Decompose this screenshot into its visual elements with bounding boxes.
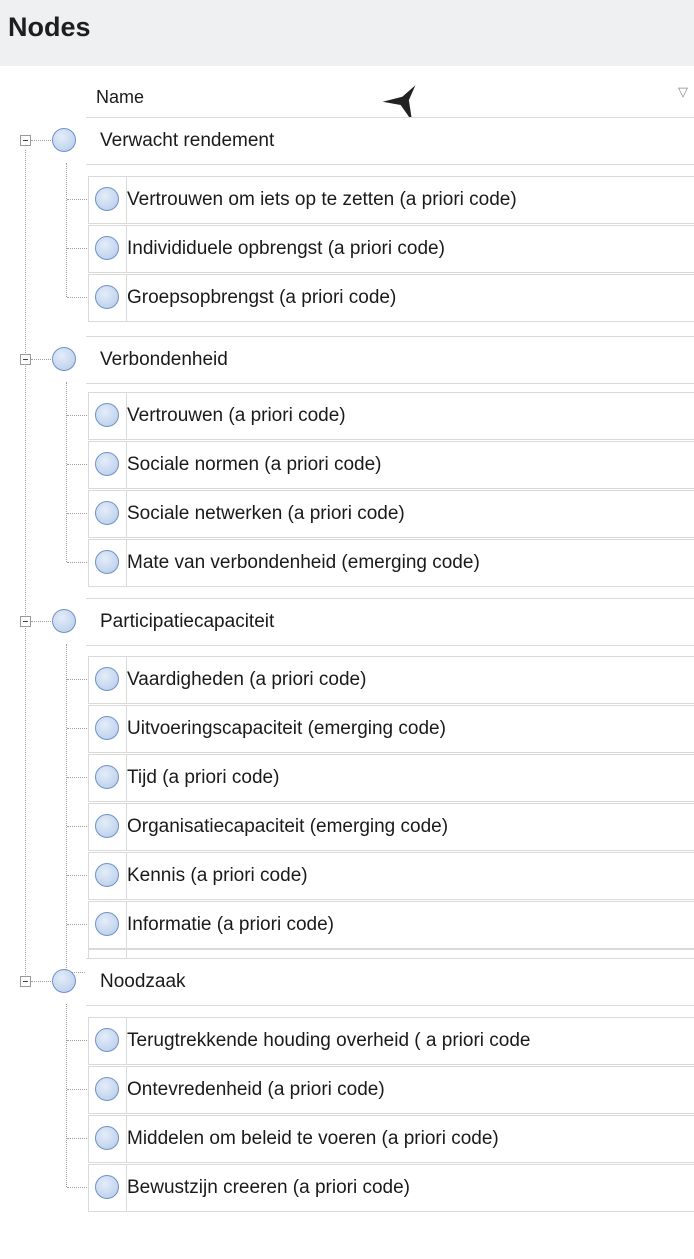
tree-node-child[interactable]: Terugtrekkende houding overheid ( a prio… [88, 1017, 694, 1065]
node-label: Kennis (a priori code) [127, 865, 308, 886]
tree-node-child[interactable]: Vertrouwen (a priori code) [88, 392, 694, 440]
node-label: Individiduele opbrengst (a priori code) [127, 238, 445, 259]
node-icon [95, 1028, 119, 1052]
tree-node-child[interactable]: Middelen om beleid te voeren (a priori c… [88, 1115, 694, 1163]
tree-connector [67, 1089, 89, 1090]
node-label: Vaardigheden (a priori code) [127, 669, 367, 690]
node-icon [95, 403, 119, 427]
node-icon [95, 1175, 119, 1199]
panel-title: Nodes [8, 12, 91, 42]
node-icon [95, 814, 119, 838]
node-label: Groepsopbrengst (a priori code) [127, 287, 397, 308]
tree-connector [66, 163, 67, 297]
tree-node-child[interactable]: Groepsopbrengst (a priori code) [88, 274, 694, 322]
collapse-toggle[interactable] [20, 616, 31, 627]
node-icon [52, 347, 76, 371]
tree-node-child[interactable]: Ontevredenheid (a priori code) [88, 1066, 694, 1114]
tree-node-parent[interactable]: Verwacht rendement [52, 117, 694, 165]
tree-connector [25, 150, 26, 981]
node-icon [95, 1126, 119, 1150]
tree-node-child[interactable]: Vaardigheden (a priori code) [88, 656, 694, 704]
tree-node-child[interactable]: Uitvoeringscapaciteit (emerging code) [88, 705, 694, 753]
node-icon [95, 667, 119, 691]
tree-node-child[interactable]: Organisatiecapaciteit (emerging code) [88, 803, 694, 851]
tree-node-child[interactable]: Kennis (a priori code) [88, 852, 694, 900]
node-icon [95, 1077, 119, 1101]
tree-node-child[interactable]: Sociale netwerken (a priori code) [88, 490, 694, 538]
tree-connector [67, 728, 89, 729]
tree-connector [67, 1187, 89, 1188]
tree-connector [67, 199, 89, 200]
tree-node-child[interactable]: Informatie (a priori code) [88, 901, 694, 949]
tree-node-parent[interactable]: Verbondenheid [52, 336, 694, 384]
node-icon [95, 863, 119, 887]
node-label: Vertrouwen (a priori code) [127, 405, 346, 426]
node-icon [95, 765, 119, 789]
tree-connector [67, 777, 89, 778]
tree-node-parent[interactable]: Participatiecapaciteit [52, 598, 694, 646]
node-icon [52, 969, 76, 993]
tree-node-child[interactable]: Tijd (a priori code) [88, 754, 694, 802]
tree-connector [67, 513, 89, 514]
tree-connector [31, 621, 51, 622]
node-label: Sociale netwerken (a priori code) [127, 503, 405, 524]
tree-connector [67, 464, 89, 465]
tree-connector [66, 1004, 67, 1187]
tree-connector [31, 140, 51, 141]
tree-node-child[interactable]: Mate van verbondenheid (emerging code) [88, 539, 694, 587]
tree-connector [67, 924, 89, 925]
tree-connector [31, 981, 51, 982]
node-icon [95, 187, 119, 211]
node-icon [95, 912, 119, 936]
node-label: Mate van verbondenheid (emerging code) [127, 552, 480, 573]
panel-header: Nodes [0, 0, 694, 66]
tree-connector [31, 359, 51, 360]
node-label: Organisatiecapaciteit (emerging code) [127, 816, 449, 837]
tree-connector [67, 415, 89, 416]
node-icon [95, 285, 119, 309]
node-label: Participatiecapaciteit [100, 611, 275, 632]
tree-node-child[interactable]: Sociale normen (a priori code) [88, 441, 694, 489]
tree-connector [67, 248, 89, 249]
tree-connector [67, 297, 89, 298]
tree-connector [67, 875, 89, 876]
node-icon [95, 452, 119, 476]
node-icon [95, 501, 119, 525]
node-label: Tijd (a priori code) [127, 767, 280, 788]
node-icon [95, 716, 119, 740]
node-label: Sociale normen (a priori code) [127, 454, 382, 475]
node-icon [52, 609, 76, 633]
node-label: Vertrouwen om iets op te zetten (a prior… [127, 189, 517, 210]
sort-icon[interactable]: ▽ [678, 84, 688, 100]
node-label: Middelen om beleid te voeren (a priori c… [127, 1128, 499, 1149]
node-icon [95, 236, 119, 260]
tree-connector [67, 679, 89, 680]
tree-connector [66, 382, 67, 562]
node-label: Verbondenheid [100, 349, 228, 370]
tree-connector [67, 1040, 89, 1041]
node-label: Terugtrekkende houding overheid ( a prio… [127, 1030, 531, 1051]
node-label: Informatie (a priori code) [127, 914, 334, 935]
collapse-toggle[interactable] [20, 354, 31, 365]
node-label: Noodzaak [100, 971, 186, 992]
tree-node-child[interactable]: Vertrouwen om iets op te zetten (a prior… [88, 176, 694, 224]
tree-connector [67, 826, 89, 827]
node-label: Bewustzijn creeren (a priori code) [127, 1177, 411, 1198]
node-icon [52, 128, 76, 152]
tree-node-child[interactable]: Individiduele opbrengst (a priori code) [88, 225, 694, 273]
collapse-toggle[interactable] [20, 135, 31, 146]
collapse-toggle[interactable] [20, 976, 31, 987]
node-label: Uitvoeringscapaciteit (emerging code) [127, 718, 446, 739]
node-label: Verwacht rendement [100, 130, 275, 151]
tree-connector [67, 562, 89, 563]
node-label: Ontevredenheid (a priori code) [127, 1079, 385, 1100]
tree-node-child[interactable]: Bewustzijn creeren (a priori code) [88, 1164, 694, 1212]
tree-connector [67, 1138, 89, 1139]
tree-node-parent[interactable]: Noodzaak [52, 958, 694, 1006]
node-icon [95, 550, 119, 574]
